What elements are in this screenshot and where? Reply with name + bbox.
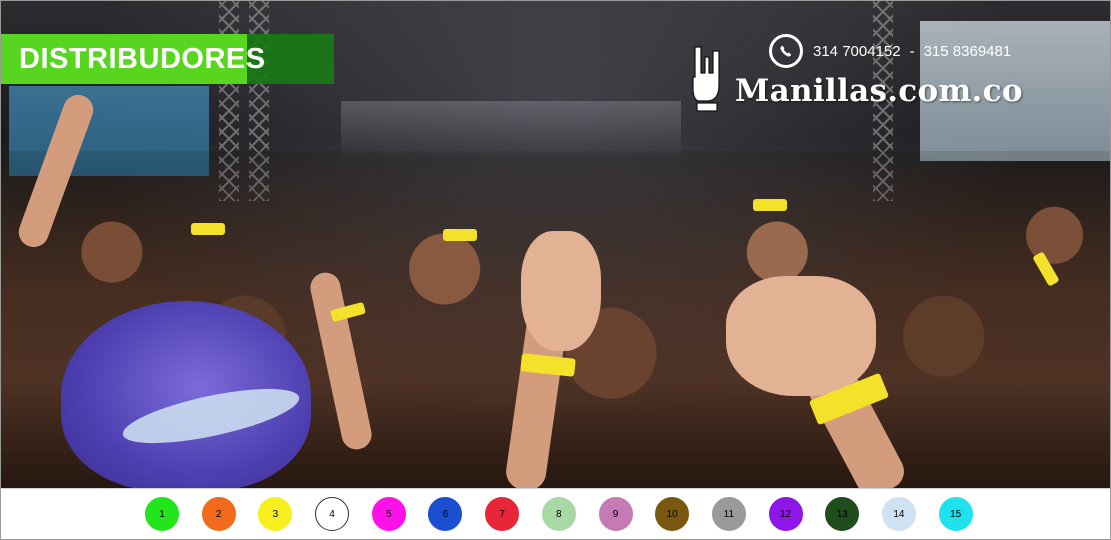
rock-hand-icon: [692, 46, 720, 112]
promo-frame: DISTRIBUDORES 314 7004152 - 315 8369481 …: [0, 0, 1111, 540]
color-options-bar: 1 2 3 4 5 6 7 8 9 10 11 12 13 14 15: [1, 488, 1110, 539]
color-swatch-5[interactable]: 5: [371, 497, 406, 531]
color-swatch-7[interactable]: 7: [485, 497, 520, 531]
color-swatch-8[interactable]: 8: [541, 497, 576, 531]
yellow-wristband: [443, 229, 477, 241]
color-swatch-10[interactable]: 10: [655, 497, 690, 531]
color-swatch-2[interactable]: 2: [201, 497, 236, 531]
brand-name: Manillas.com.co: [735, 73, 1023, 109]
color-swatch-6[interactable]: 6: [428, 497, 463, 531]
brand-logo[interactable]: Manillas.com.co: [687, 43, 1023, 115]
color-swatch-9[interactable]: 9: [598, 497, 633, 531]
yellow-wristband: [753, 199, 787, 211]
color-swatch-15[interactable]: 15: [938, 497, 973, 531]
color-swatch-14[interactable]: 14: [881, 497, 916, 531]
color-swatch-3[interactable]: 3: [258, 497, 293, 531]
color-swatch-13[interactable]: 13: [825, 497, 860, 531]
raised-fist: [726, 276, 876, 396]
distributors-banner: DISTRIBUDORES: [1, 34, 265, 84]
color-swatch-4[interactable]: 4: [315, 497, 350, 531]
color-swatch-1[interactable]: 1: [145, 497, 179, 531]
color-swatch-list: 1 2 3 4 5 6 7 8 9 10 11 12 13 14 15: [145, 497, 995, 531]
color-swatch-12[interactable]: 12: [768, 497, 803, 531]
yellow-wristband: [191, 223, 225, 235]
color-swatch-11[interactable]: 11: [711, 497, 746, 531]
raised-fist: [521, 231, 601, 351]
